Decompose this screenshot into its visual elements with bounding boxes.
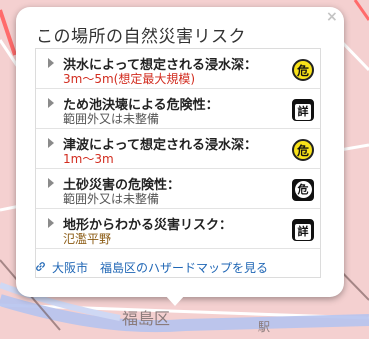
danger-icon-inactive[interactable]: 危 bbox=[292, 179, 314, 201]
danger-icon[interactable]: 危 bbox=[292, 139, 314, 161]
details-icon-glyph: 詳 bbox=[295, 104, 311, 120]
danger-icon[interactable]: 危 bbox=[292, 59, 314, 81]
risk-list: 洪水によって想定される浸水深： 3m～5m(想定最大規模) 危 ため池決壊による… bbox=[35, 48, 321, 278]
popup-title: この場所の自然災害リスク bbox=[36, 27, 246, 47]
expand-triangle-icon bbox=[48, 138, 54, 148]
hazard-map-link[interactable]: 大阪市 福島区のハザードマップを見る bbox=[35, 259, 268, 276]
expand-triangle-icon bbox=[48, 218, 54, 228]
popup-pointer bbox=[164, 294, 186, 306]
expand-triangle-icon bbox=[48, 58, 54, 68]
link-icon bbox=[35, 261, 47, 275]
risk-row-terrain[interactable]: 地形からわかる災害リスク： 氾濫平野 詳 bbox=[36, 209, 320, 249]
risk-row-reservoir[interactable]: ため池決壊による危険性： 範囲外又は未整備 詳 bbox=[36, 89, 320, 129]
details-icon-glyph: 詳 bbox=[295, 224, 311, 240]
risk-value: 1m～3m bbox=[63, 152, 114, 166]
hazard-map-link-text: 大阪市 福島区のハザードマップを見る bbox=[52, 261, 269, 275]
risk-row-landslide[interactable]: 土砂災害の危険性： 範囲外又は未整備 危 bbox=[36, 169, 320, 209]
details-icon[interactable]: 詳 bbox=[292, 99, 314, 121]
risk-row-flood[interactable]: 洪水によって想定される浸水深： 3m～5m(想定最大規模) 危 bbox=[36, 49, 320, 89]
close-button[interactable]: × bbox=[326, 10, 338, 24]
map-label-station: 駅 bbox=[258, 320, 271, 334]
map-label-fukushima: 福島区 bbox=[122, 309, 171, 328]
details-icon[interactable]: 詳 bbox=[292, 219, 314, 241]
expand-triangle-icon bbox=[48, 98, 54, 108]
risk-value: 範囲外又は未整備 bbox=[63, 112, 160, 126]
expand-triangle-icon bbox=[48, 178, 54, 188]
risk-row-tsunami[interactable]: 津波によって想定される浸水深： 1m～3m 危 bbox=[36, 129, 320, 169]
danger-icon-glyph: 危 bbox=[294, 181, 312, 198]
risk-value: 氾濫平野 bbox=[63, 232, 112, 246]
risk-value: 範囲外又は未整備 bbox=[63, 192, 160, 206]
risk-value: 3m～5m(想定最大規模) bbox=[63, 72, 196, 86]
